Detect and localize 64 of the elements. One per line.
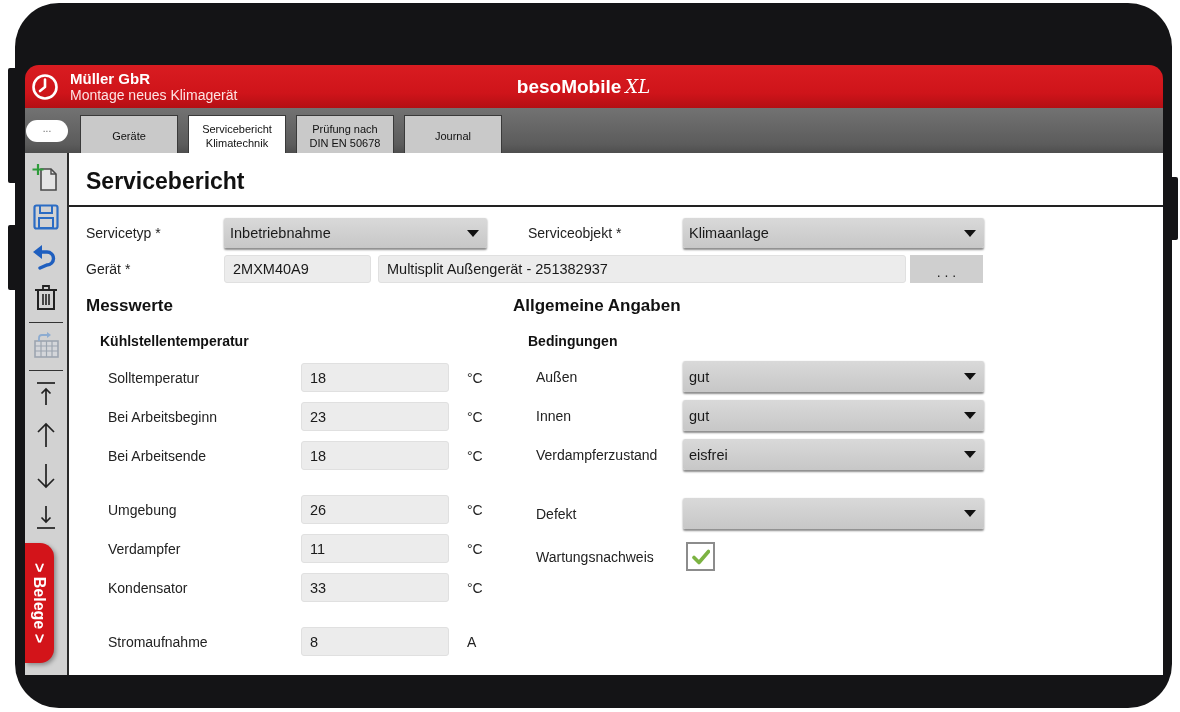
app-logo: besoMobile XL <box>516 75 651 98</box>
calendar-icon <box>32 331 60 359</box>
unit-label: °C <box>467 408 483 425</box>
subsection-heading: Bedingungen <box>528 333 618 349</box>
text-field[interactable]: 2MXM40A9 <box>224 255 371 283</box>
number-field[interactable]: 8 <box>301 627 449 656</box>
caret-down-icon <box>964 510 976 517</box>
drawer-tab[interactable]: > Belege > <box>25 543 54 663</box>
number-field[interactable]: 26 <box>301 495 449 524</box>
field-label: Kondensator <box>108 579 189 596</box>
tab[interactable]: Journal <box>404 115 502 153</box>
field-label: Verdampfer <box>108 540 182 557</box>
field-label: Umgebung <box>108 501 178 518</box>
section-heading: Messwerte <box>86 296 173 315</box>
unit-label: °C <box>467 501 483 518</box>
unit-label: °C <box>467 540 483 557</box>
field-label: Innen <box>536 407 573 424</box>
new-document-icon <box>32 163 60 191</box>
dropdown[interactable]: eisfrei <box>683 439 984 470</box>
field-label: Verdampferzustand <box>536 446 659 463</box>
field-label: Wartungsnachweis <box>536 548 655 565</box>
field-label: Solltemperatur <box>108 369 201 386</box>
number-field[interactable]: 18 <box>301 363 449 392</box>
caret-down-icon <box>964 451 976 458</box>
dropdown[interactable]: Inbetriebnahme <box>224 218 487 248</box>
tab[interactable]: Prüfung nach DIN EN 50678 <box>296 115 394 153</box>
caret-down-icon <box>467 229 479 237</box>
subsection-heading: Kühlstellentemperatur <box>100 333 249 349</box>
field-label: Gerät * <box>86 261 132 277</box>
checkbox[interactable] <box>686 542 715 571</box>
unit-label: °C <box>467 447 483 464</box>
caret-down-icon <box>964 229 976 237</box>
field-label: Bei Arbeitsende <box>108 447 208 464</box>
unit-label: °C <box>467 579 483 596</box>
save-icon <box>32 203 60 231</box>
company-name: Müller GbR <box>70 69 151 87</box>
field-label: Serviceobjekt * <box>528 225 623 241</box>
number-field[interactable]: 23 <box>301 402 449 431</box>
field-label: Defekt <box>536 505 578 522</box>
field-label: Außen <box>536 368 579 385</box>
section-heading: Allgemeine Angaben <box>513 296 681 315</box>
unit-label: °C <box>467 369 483 386</box>
clock-icon <box>32 73 58 100</box>
dropdown[interactable]: gut <box>683 361 984 392</box>
page-title: Servicebericht <box>86 167 245 195</box>
caret-down-icon <box>964 412 976 419</box>
field-label: Bei Arbeitsbeginn <box>108 408 218 425</box>
text-field[interactable]: Multisplit Außengerät - 251382937 <box>378 255 906 283</box>
dropdown[interactable]: Klimaanlage <box>683 218 984 248</box>
number-field[interactable]: 18 <box>301 441 449 470</box>
field-label: Servicetyp * <box>86 225 162 241</box>
field-label: Stromaufnahme <box>108 633 209 650</box>
number-field[interactable]: 11 <box>301 534 449 563</box>
caret-down-icon <box>964 373 976 380</box>
checkmark-icon <box>691 548 710 565</box>
tab[interactable]: Servicebericht Klimatechnik <box>188 115 286 153</box>
more-button[interactable]: ... <box>26 119 68 142</box>
tab[interactable]: Geräte <box>80 115 178 153</box>
dropdown[interactable]: gut <box>683 400 984 431</box>
lookup-button[interactable]: . . . <box>910 255 983 283</box>
job-title: Montage neues Klimagerät <box>70 86 238 104</box>
unit-label: A <box>467 633 477 650</box>
trash-icon <box>32 283 60 311</box>
number-field[interactable]: 33 <box>301 573 449 602</box>
